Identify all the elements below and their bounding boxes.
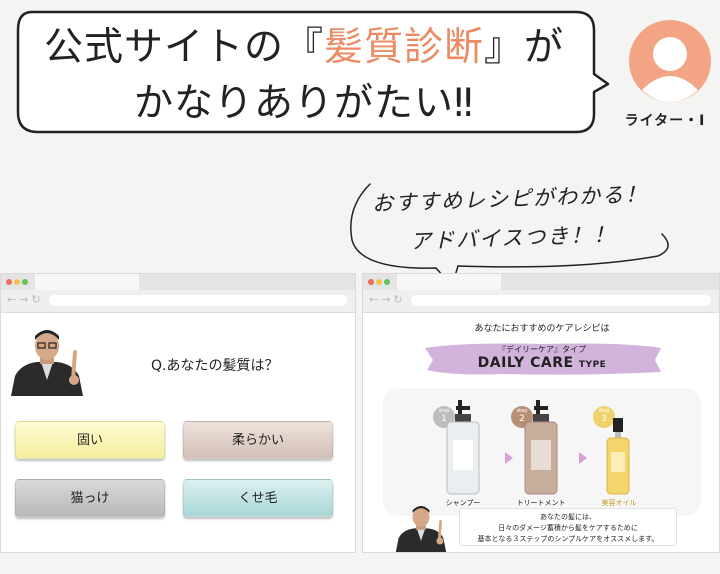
minimize-window-icon[interactable]: [14, 279, 20, 285]
close-window-icon[interactable]: [6, 279, 12, 285]
step-arrow-icon: [579, 452, 587, 464]
care-steps-card: step 1 シャンプー step 2 トリートメント step 3 美容オイル: [383, 388, 701, 516]
type-name-jp: 『デイリーケア』タイプ: [498, 345, 586, 354]
answer-button-fine[interactable]: 猫っけ: [15, 479, 165, 517]
address-bar[interactable]: [49, 295, 347, 306]
treatment-bottle-image: [524, 400, 558, 495]
maximize-window-icon[interactable]: [22, 279, 28, 285]
person-avatar-icon: [629, 20, 711, 102]
step-arrow-icon: [505, 452, 513, 464]
title-bar: [363, 274, 719, 290]
shampoo-bottle-image: [446, 400, 480, 495]
title-bar: [1, 274, 355, 290]
browser-toolbar: ←→↻: [1, 290, 355, 313]
advisor-photo: [11, 330, 83, 396]
question-text: Q.あなたの髪質は？: [151, 358, 279, 374]
browser-window-diagnosis: ←→↻ Q.あなたの髪質は？ 固い 柔らかい 猫っけ くせ毛: [0, 273, 356, 553]
type-name-en: DAILY CARE TYPE: [477, 355, 607, 371]
step-2-label: トリートメント: [516, 499, 566, 507]
headline-line-1: 公式サイトの『髪質診断』が: [43, 25, 565, 70]
nav-arrows-icon[interactable]: ←→↻: [7, 293, 44, 306]
address-bar[interactable]: [411, 295, 711, 306]
writer-label: ライター・I: [624, 113, 706, 129]
browser-toolbar: ←→↻: [363, 290, 719, 313]
minimize-window-icon[interactable]: [376, 279, 382, 285]
recipe-heading: あなたにおすすめのケアレシピは: [474, 324, 610, 334]
advice-description: あなたの髪には、 日々のダメージ蓄積から髪をケアするために 基本となる３ステップ…: [459, 508, 677, 546]
answer-button-curly[interactable]: くせ毛: [183, 479, 333, 517]
answer-button-soft[interactable]: 柔らかい: [183, 421, 333, 459]
nav-arrows-icon[interactable]: ←→↻: [369, 293, 406, 306]
advisor-photo: [395, 506, 447, 552]
browser-tab[interactable]: [35, 274, 139, 290]
browser-window-result: ←→↻ あなたにおすすめのケアレシピは 『デイリーケア』タイプ DAILY CA…: [362, 273, 720, 553]
maximize-window-icon[interactable]: [384, 279, 390, 285]
close-window-icon[interactable]: [368, 279, 374, 285]
headline-line-2: かなりありがたい‼︎: [134, 81, 474, 126]
hair-oil-bottle-image: [606, 418, 630, 495]
step-3-label: 美容オイル: [601, 499, 637, 507]
headline-accent: 髪質診断: [323, 25, 484, 70]
browser-tab[interactable]: [397, 274, 501, 290]
answer-button-hard[interactable]: 固い: [15, 421, 165, 459]
